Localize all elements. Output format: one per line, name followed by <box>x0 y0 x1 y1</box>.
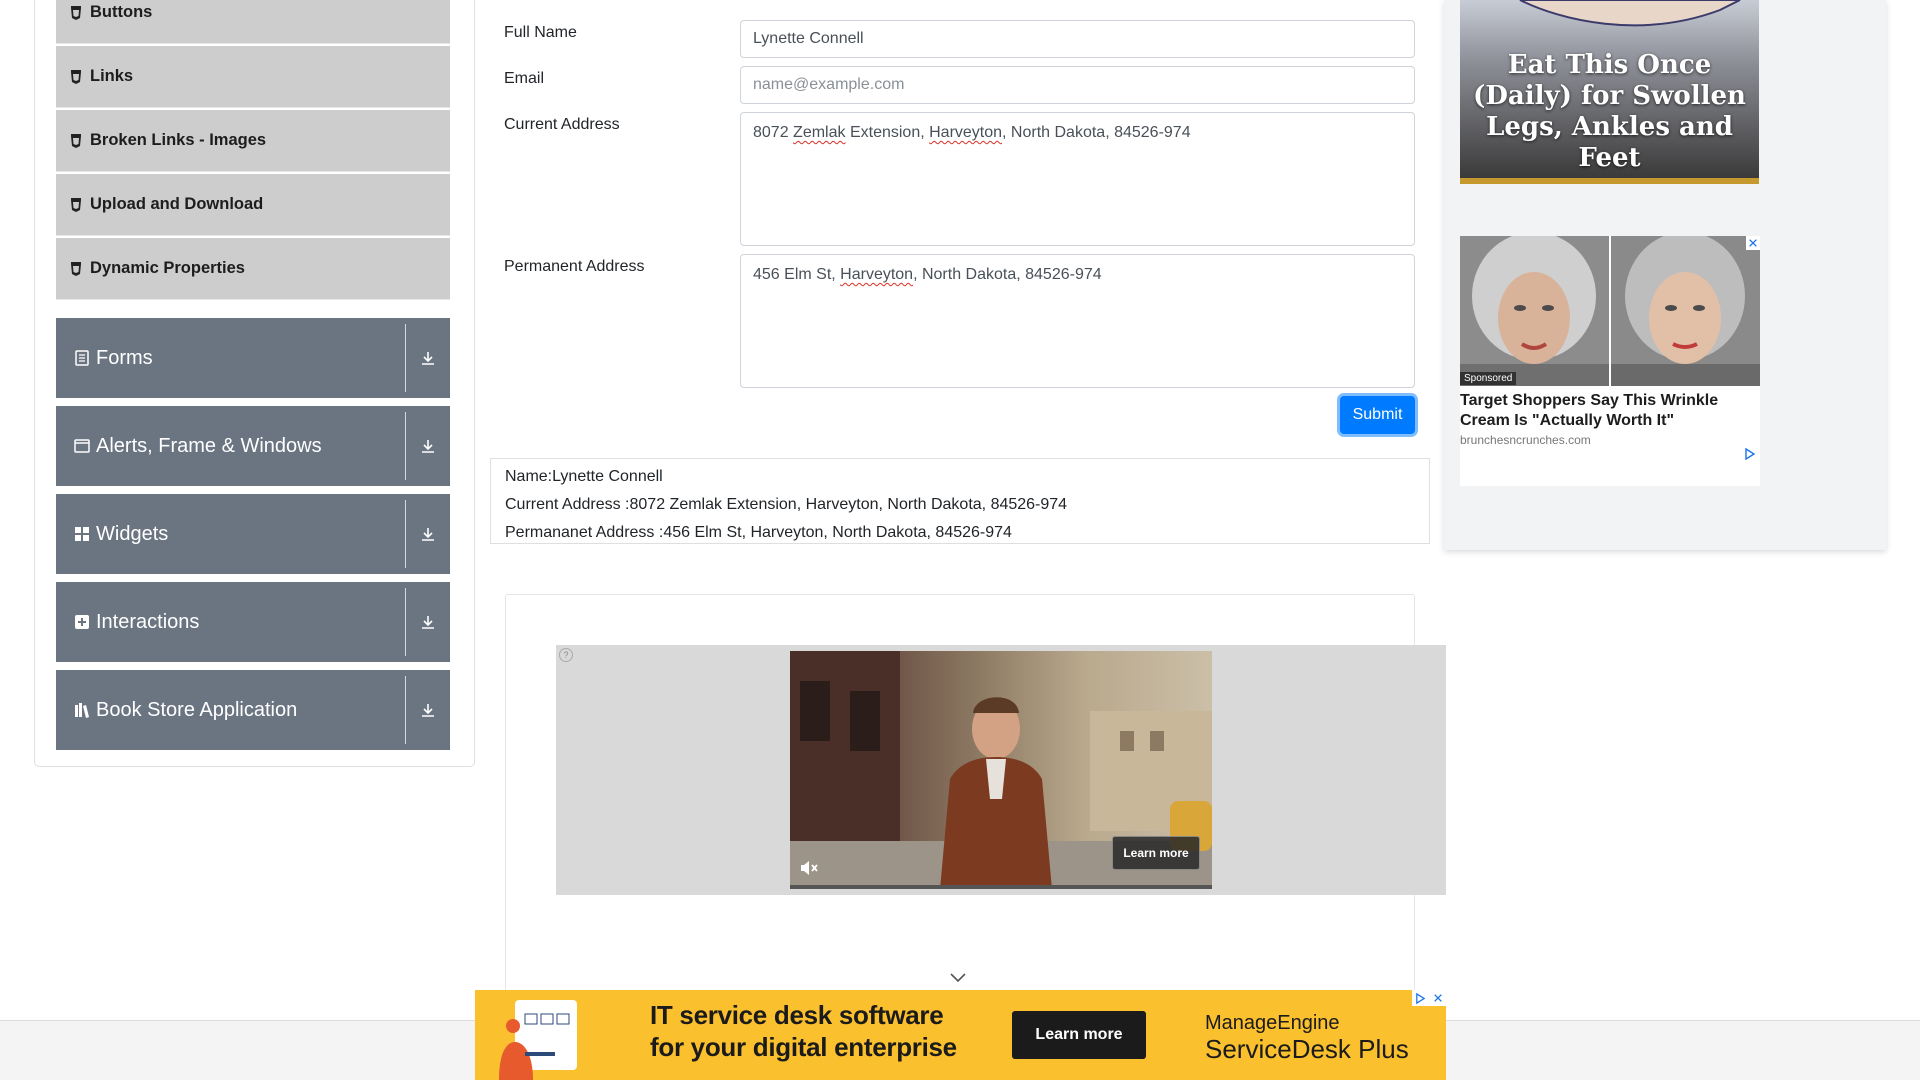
divider <box>405 412 406 480</box>
sidebar-item-label: Buttons <box>90 3 153 21</box>
books-icon <box>74 702 90 718</box>
current-address-textarea[interactable]: 8072 Zemlak Extension, Harveyton, North … <box>740 112 1415 246</box>
group-label: Widgets <box>96 522 169 545</box>
banner-product-name: ServiceDesk Plus <box>1205 1034 1409 1064</box>
email-input[interactable] <box>740 66 1415 104</box>
download-arrow-icon[interactable] <box>406 614 450 630</box>
download-arrow-icon[interactable] <box>406 438 450 454</box>
sidebar-item-links[interactable]: Links <box>56 46 450 108</box>
interactions-icon <box>74 614 90 630</box>
element-icon <box>70 261 82 276</box>
ad-image-left <box>1460 236 1609 386</box>
sidebar-group-alerts[interactable]: Alerts, Frame & Windows <box>56 406 450 486</box>
form-icon <box>74 350 90 366</box>
window-icon <box>74 438 90 454</box>
video-learn-more-button[interactable]: Learn more <box>1112 836 1200 870</box>
current-address-label: Current Address <box>504 116 620 133</box>
wrinkle-cream-ad[interactable]: Sponsored Target Shoppers Say This Wrink… <box>1460 236 1760 486</box>
ad-domain: brunchesncrunches.com <box>1460 433 1591 447</box>
download-arrow-icon[interactable] <box>406 350 450 366</box>
ad-badges <box>1412 990 1446 1006</box>
download-arrow-icon[interactable] <box>406 526 450 542</box>
element-icon <box>70 197 82 212</box>
illustration-icon <box>485 990 595 1080</box>
sidebar-item-buttons[interactable]: Buttons <box>56 0 450 44</box>
email-label: Email <box>504 70 545 87</box>
sidebar-item-dynamic-properties[interactable]: Dynamic Properties <box>56 238 450 300</box>
output-permanent-address: Permananet Address :456 Elm St, Harveyto… <box>505 524 1012 541</box>
ad-image-right <box>1611 236 1760 386</box>
full-name-input[interactable] <box>740 20 1415 58</box>
submit-button[interactable]: Submit <box>1340 396 1415 434</box>
output-box: Name:Lynette Connell Current Address :80… <box>490 458 1430 544</box>
group-label: Alerts, Frame & Windows <box>96 434 322 457</box>
download-arrow-icon[interactable] <box>406 702 450 718</box>
element-icon <box>70 133 82 148</box>
group-label: Forms <box>96 346 153 369</box>
widgets-icon <box>74 526 90 542</box>
element-icon <box>70 69 82 84</box>
permanent-address-label: Permanent Address <box>504 258 645 275</box>
ad-info-icon[interactable]: ? <box>559 648 573 662</box>
group-label: Interactions <box>96 610 200 633</box>
output-name: Name:Lynette Connell <box>505 468 663 485</box>
ad-headline: Eat This Once (Daily) for Swollen Legs, … <box>1473 50 1746 173</box>
group-label: Book Store Application <box>96 698 298 721</box>
full-name-label: Full Name <box>504 24 577 41</box>
banner-brand-name: ManageEngine <box>1205 1012 1340 1034</box>
mute-icon[interactable] <box>798 858 818 878</box>
banner-headline-1: IT service desk software <box>650 1000 944 1030</box>
close-icon[interactable] <box>1429 990 1446 1006</box>
close-icon[interactable] <box>1746 236 1760 250</box>
adchoices-icon[interactable] <box>1744 448 1756 460</box>
element-icon <box>70 5 82 20</box>
sidebar-item-label: Broken Links - Images <box>90 131 267 149</box>
sidebar-item-broken-links[interactable]: Broken Links - Images <box>56 110 450 172</box>
banner-learn-more-button[interactable]: Learn more <box>1012 1011 1146 1059</box>
sidebar-item-label: Upload and Download <box>90 195 264 213</box>
divider <box>405 588 406 656</box>
banner-ad[interactable]: IT service desk software for your digita… <box>475 990 1446 1080</box>
adchoices-icon[interactable] <box>1412 990 1429 1006</box>
ad-title: Target Shoppers Say This Wrinkle Cream I… <box>1460 392 1719 429</box>
permanent-address-textarea[interactable]: 456 Elm St, Harveyton, North Dakota, 845… <box>740 254 1415 388</box>
video-progress-bar[interactable] <box>790 885 1212 889</box>
sidebar-group-widgets[interactable]: Widgets <box>56 494 450 574</box>
sidebar-item-label: Links <box>90 67 134 85</box>
sponsored-badge: Sponsored <box>1460 372 1517 385</box>
chevron-down-icon[interactable] <box>949 972 967 984</box>
sidebar-item-upload-download[interactable]: Upload and Download <box>56 174 450 236</box>
sidebar-group-forms[interactable]: Forms <box>56 318 450 398</box>
sidebar-group-book-store[interactable]: Book Store Application <box>56 670 450 750</box>
divider <box>405 676 406 744</box>
output-current-address: Current Address :8072 Zemlak Extension, … <box>505 496 1068 513</box>
sidebar-group-interactions[interactable]: Interactions <box>56 582 450 662</box>
banner-headline-2: for your digital enterprise <box>650 1032 957 1062</box>
divider <box>405 500 406 568</box>
divider <box>405 324 406 392</box>
swollen-legs-ad[interactable]: Eat This Once (Daily) for Swollen Legs, … <box>1460 0 1759 184</box>
sidebar-item-label: Dynamic Properties <box>90 259 245 277</box>
